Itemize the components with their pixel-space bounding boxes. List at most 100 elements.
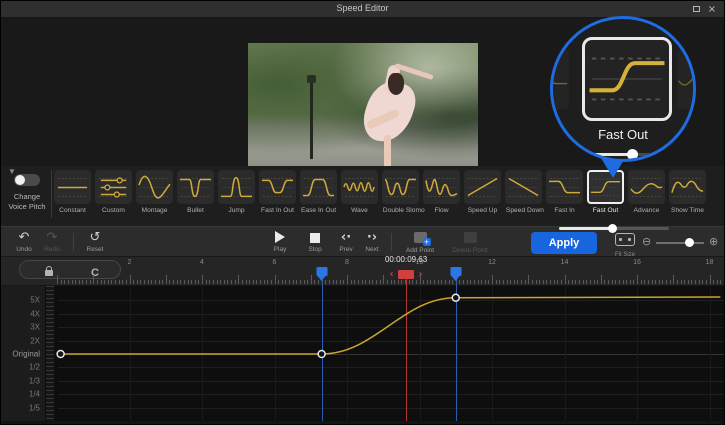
preset-fast-in[interactable]: Fast In (546, 170, 583, 214)
reset-icon: ↺ (81, 231, 109, 245)
ruler-number-6: 6 (273, 259, 277, 266)
maximize-button[interactable] (690, 4, 702, 15)
ruler-tick (550, 280, 551, 284)
ruler-tick (198, 280, 199, 284)
ruler-tick (347, 275, 348, 284)
ruler-tick (706, 280, 707, 284)
playhead-handle[interactable] (398, 270, 414, 279)
ruler-tick (169, 280, 170, 284)
next-icon: ·› (359, 231, 385, 245)
ruler-tick (206, 280, 207, 284)
keyframe-point-3[interactable] (452, 294, 459, 301)
preset-double-slomo[interactable]: Double Slomo (382, 170, 419, 214)
ruler-tick (604, 280, 605, 284)
ruler-tick (79, 280, 80, 284)
ruler-tick (688, 280, 689, 284)
voice-pitch-control: Change Voice Pitch (5, 174, 49, 212)
preset-fast-in-out[interactable]: Fast In Out (259, 170, 296, 214)
ruler-tick (72, 280, 73, 284)
ruler-tick (644, 280, 645, 284)
add-point-button[interactable]: + Add Point (399, 232, 441, 254)
timeline-ruler[interactable]: C 2468101214161800:00:09.63‹ › (1, 257, 724, 286)
zoom-slider-knob[interactable] (685, 238, 694, 247)
preset-wave[interactable]: Wave (341, 170, 378, 214)
ruler-tick (227, 280, 228, 284)
ruler-tick (691, 280, 692, 284)
ruler-tick (579, 280, 580, 284)
ruler-tick (434, 280, 435, 284)
fit-size-icon (615, 233, 635, 246)
ruler-tick (191, 280, 192, 284)
magnified-preset-thumbnail (582, 37, 672, 121)
ruler-tick (655, 280, 656, 284)
preset-montage[interactable]: Montage (136, 170, 173, 214)
ruler-tick (488, 280, 489, 284)
preset-ease-in-out[interactable]: Ease In Out (300, 170, 337, 214)
ruler-tick (717, 280, 718, 284)
ruler-tick (275, 275, 276, 284)
ruler-tick (430, 280, 431, 284)
ruler-tick (463, 280, 464, 284)
ruler-tick (151, 280, 152, 284)
reset-button[interactable]: ↺ Reset (81, 231, 109, 253)
advance-curve-icon (628, 170, 665, 204)
ruler-tick (372, 280, 373, 284)
ruler-number-14: 14 (561, 259, 569, 266)
redo-label: Redo (39, 246, 65, 253)
preset-advance[interactable]: Advance (628, 170, 665, 214)
delete-point-button[interactable]: Delete Point (445, 232, 495, 254)
redo-button[interactable]: ↷ Redo (39, 231, 65, 253)
zoom-slider-track[interactable] (656, 242, 704, 244)
preset-speed-up[interactable]: Speed Up (464, 170, 501, 214)
playhead-right-arrow-icon[interactable]: › (419, 269, 423, 280)
ruler-tick (130, 275, 131, 284)
ruler-tick (285, 280, 286, 284)
stop-button[interactable]: Stop (301, 231, 329, 253)
lock-button[interactable] (36, 263, 62, 277)
ruler-tick (90, 280, 91, 284)
preset-constant[interactable]: Constant (54, 170, 91, 214)
ruler-number-4: 4 (200, 259, 204, 266)
ruler-tick (159, 280, 160, 284)
ruler-tick (340, 280, 341, 284)
video-preview (248, 43, 478, 180)
change-voice-pitch-toggle[interactable] (14, 174, 40, 186)
ruler-tick (343, 280, 344, 284)
undo-label: Undo (11, 246, 37, 253)
preset-label: Montage (137, 207, 172, 214)
ruler-tick (615, 280, 616, 284)
fit-size-button[interactable]: Fit Size (613, 233, 637, 258)
preset-bullet[interactable]: Bullet (177, 170, 214, 214)
keyframe-pin-2[interactable] (450, 267, 461, 276)
keyframe-pin-1[interactable] (316, 267, 327, 276)
play-button[interactable]: Play (266, 231, 294, 253)
preset-label: Custom (96, 207, 131, 214)
preset-flow[interactable]: Flow (423, 170, 460, 214)
ruler-tick (481, 280, 482, 284)
preset-custom[interactable]: Custom (95, 170, 132, 214)
speed-editor-window: Speed Editor × Fast Out (0, 0, 725, 425)
undo-button[interactable]: ↶ Undo (11, 231, 37, 253)
preset-label: Flow (424, 207, 459, 214)
preset-jump[interactable]: Jump (218, 170, 255, 214)
playhead-left-arrow-icon[interactable]: ‹ (390, 269, 394, 280)
slider-knob[interactable] (608, 224, 617, 233)
keyframe-point-1[interactable] (57, 351, 64, 358)
prev-button[interactable]: ‹· Prev (333, 231, 359, 253)
ruler-tick (235, 280, 236, 284)
close-button[interactable]: × (706, 4, 718, 15)
stop-label: Stop (301, 246, 329, 253)
next-button[interactable]: ·› Next (359, 231, 385, 253)
preset-show-time[interactable]: Show Time (669, 170, 706, 214)
snap-button[interactable]: C (82, 263, 108, 277)
preset-intensity-slider[interactable] (559, 227, 669, 230)
divider (391, 233, 392, 251)
playhead-marker[interactable]: ‹ › (384, 266, 428, 284)
ruler-tick (137, 280, 138, 284)
keyframe-point-2[interactable] (318, 351, 325, 358)
zoom-in-icon[interactable]: ⊕ (709, 235, 718, 248)
preset-speed-down[interactable]: Speed Down (505, 170, 542, 214)
apply-button[interactable]: Apply (531, 232, 597, 254)
fast-in-curve-icon (546, 170, 583, 204)
zoom-out-icon[interactable]: ⊖ (642, 235, 651, 248)
